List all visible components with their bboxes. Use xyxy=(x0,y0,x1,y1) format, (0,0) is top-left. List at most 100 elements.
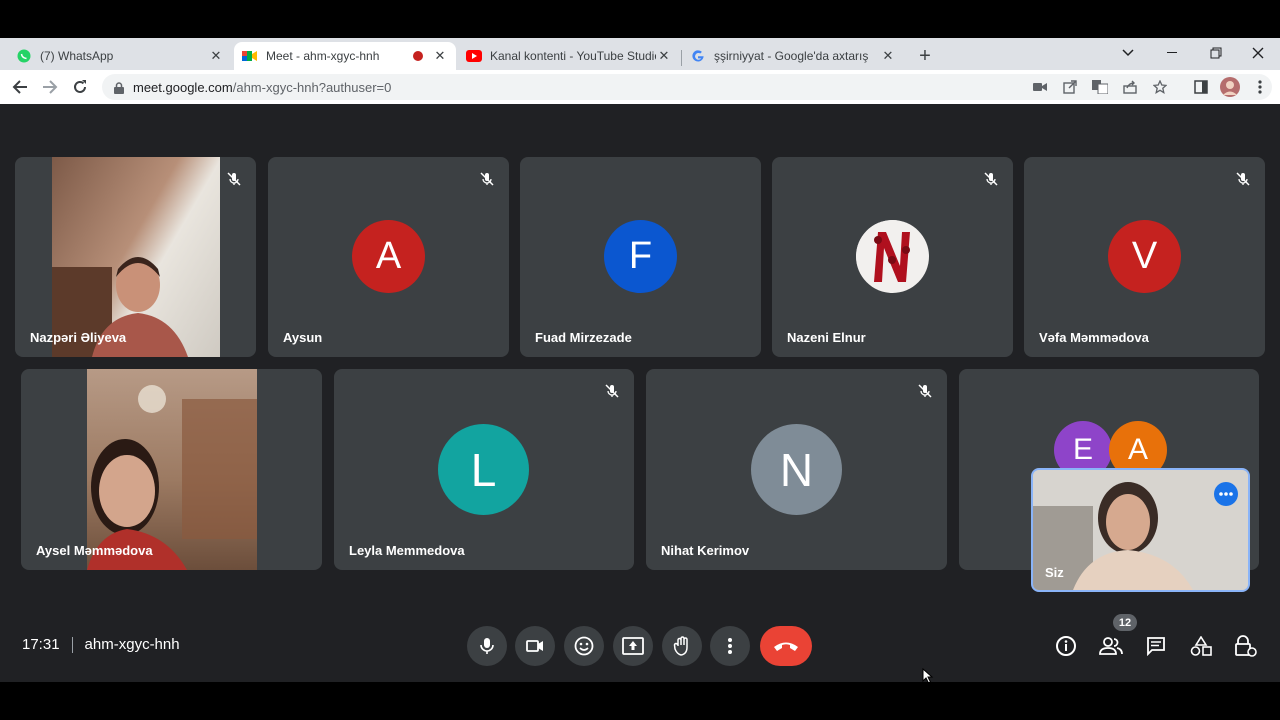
close-window-icon[interactable] xyxy=(1238,38,1278,68)
meeting-info: 17:31 ahm-xgyc-hnh xyxy=(22,636,180,653)
present-icon xyxy=(622,637,644,655)
tab-title: Kanal kontenti - YouTube Studio xyxy=(490,49,656,63)
activities-icon xyxy=(1190,636,1212,656)
microphone-icon xyxy=(480,638,494,654)
participant-name: Nazeni Elnur xyxy=(787,330,866,345)
back-icon[interactable] xyxy=(9,76,31,98)
participant-name: Nihat Kerimov xyxy=(661,543,750,558)
google-icon xyxy=(690,48,706,64)
participant-video xyxy=(87,369,257,570)
leave-call-button[interactable] xyxy=(760,626,812,666)
participant-name: Aysel Məmmədova xyxy=(36,543,153,558)
host-controls-icon xyxy=(1235,635,1257,657)
close-tab-icon[interactable]: ✕ xyxy=(432,48,448,64)
reactions-button[interactable] xyxy=(564,626,604,666)
url-host: meet.google.com xyxy=(133,79,233,95)
present-button[interactable] xyxy=(613,626,653,666)
mic-off-icon xyxy=(226,171,242,187)
whatsapp-icon xyxy=(16,48,32,64)
meeting-time: 17:31 xyxy=(22,636,60,653)
self-label: Siz xyxy=(1045,565,1064,580)
raise-hand-icon xyxy=(673,636,688,656)
tab-whatsapp[interactable]: (7) WhatsApp ✕ xyxy=(8,42,232,70)
participant-tile[interactable]: A Aysun xyxy=(268,157,509,357)
recording-icon xyxy=(410,48,426,64)
close-tab-icon[interactable]: ✕ xyxy=(656,48,672,64)
translate-icon[interactable] xyxy=(1092,79,1108,95)
close-tab-icon[interactable]: ✕ xyxy=(880,48,896,64)
tab-title: şşirniyyat - Google'da axtarış xyxy=(714,49,869,63)
raise-hand-button[interactable] xyxy=(662,626,702,666)
screen-bottom-letterbox xyxy=(0,682,1280,720)
forward-icon[interactable] xyxy=(39,76,61,98)
google-meet-icon xyxy=(242,48,258,64)
mic-off-icon xyxy=(983,171,999,187)
avatar: F xyxy=(604,220,677,293)
avatar: V xyxy=(1108,220,1181,293)
participant-name: Leyla Memmedova xyxy=(349,543,465,558)
tab-search-icon[interactable] xyxy=(1108,38,1148,68)
chat-button[interactable] xyxy=(1144,634,1168,658)
avatar: N xyxy=(751,424,842,515)
mic-off-icon xyxy=(604,383,620,399)
youtube-icon xyxy=(466,48,482,64)
avatar: A xyxy=(352,220,425,293)
emoji-icon xyxy=(574,636,594,656)
address-bar[interactable]: meet.google.com/ahm-xgyc-hnh?authuser=0 xyxy=(102,74,1272,100)
meeting-details-button[interactable] xyxy=(1054,634,1078,658)
divider xyxy=(71,636,73,653)
mic-off-icon xyxy=(1235,171,1251,187)
more-options-icon xyxy=(728,638,732,654)
meeting-code: ahm-xgyc-hnh xyxy=(84,636,180,653)
tab-google-search[interactable]: şşirniyyat - Google'da axtarış ✕ xyxy=(682,42,904,70)
side-panel-icon[interactable] xyxy=(1190,76,1212,98)
open-in-app-icon[interactable] xyxy=(1062,79,1078,95)
participant-name: Aysun xyxy=(283,330,323,345)
avatar xyxy=(856,220,929,293)
participant-tile[interactable]: N Nihat Kerimov xyxy=(646,369,947,570)
share-icon[interactable] xyxy=(1122,79,1138,95)
participant-tile[interactable]: F Fuad Mirzezade xyxy=(520,157,761,357)
activities-button[interactable] xyxy=(1189,634,1213,658)
mic-off-icon xyxy=(479,171,495,187)
url-path: /ahm-xgyc-hnh?authuser=0 xyxy=(232,79,392,95)
tab-title: Meet - ahm-xgyc-hnh xyxy=(266,49,380,63)
browser-menu-icon[interactable] xyxy=(1249,76,1271,98)
url-text: meet.google.com/ahm-xgyc-hnh?authuser=0 xyxy=(133,80,391,95)
participant-count-badge: 12 xyxy=(1113,614,1137,631)
microphone-button[interactable] xyxy=(467,626,507,666)
participant-tile[interactable]: L Leyla Memmedova xyxy=(334,369,634,570)
profile-avatar[interactable] xyxy=(1219,76,1241,98)
participant-name: Vəfa Məmmədova xyxy=(1039,330,1149,345)
participant-tile[interactable]: Aysel Məmmədova xyxy=(21,369,322,570)
self-view-tile[interactable]: Siz xyxy=(1031,468,1250,592)
new-tab-button[interactable]: + xyxy=(910,42,940,70)
info-icon xyxy=(1056,636,1076,656)
minimize-icon[interactable] xyxy=(1152,38,1192,68)
participant-name: Nazpəri Əliyeva xyxy=(30,330,127,345)
tab-title: (7) WhatsApp xyxy=(40,49,114,63)
bookmark-star-icon[interactable] xyxy=(1152,79,1168,95)
participant-name: Fuad Mirzezade xyxy=(535,330,632,345)
people-button[interactable] xyxy=(1099,634,1123,658)
more-options-button[interactable] xyxy=(710,626,750,666)
participant-tile[interactable]: V Vəfa Məmmədova xyxy=(1024,157,1265,357)
restore-icon[interactable] xyxy=(1196,38,1236,68)
tab-youtube-studio[interactable]: Kanal kontenti - YouTube Studio ✕ xyxy=(458,42,680,70)
tab-meet[interactable]: Meet - ahm-xgyc-hnh ✕ xyxy=(234,42,456,70)
close-tab-icon[interactable]: ✕ xyxy=(208,48,224,64)
participant-tile[interactable]: Nazpəri Əliyeva xyxy=(15,157,256,357)
end-call-icon xyxy=(774,642,798,651)
avatar: L xyxy=(438,424,529,515)
camera-button[interactable] xyxy=(515,626,555,666)
participant-tile[interactable]: Nazeni Elnur xyxy=(772,157,1013,357)
host-controls-button[interactable] xyxy=(1234,634,1258,658)
browser-toolbar: meet.google.com/ahm-xgyc-hnh?authuser=0 xyxy=(0,70,1280,105)
screen-top-letterbox xyxy=(0,0,1280,38)
people-icon xyxy=(1099,637,1123,655)
more-options-icon[interactable] xyxy=(1214,482,1238,506)
camera-in-use-icon[interactable] xyxy=(1032,79,1048,95)
reload-icon[interactable] xyxy=(69,76,91,98)
lock-icon[interactable] xyxy=(114,81,124,94)
browser-tab-strip: (7) WhatsApp ✕ Meet - ahm-xgyc-hnh ✕ Kan… xyxy=(0,38,1280,70)
